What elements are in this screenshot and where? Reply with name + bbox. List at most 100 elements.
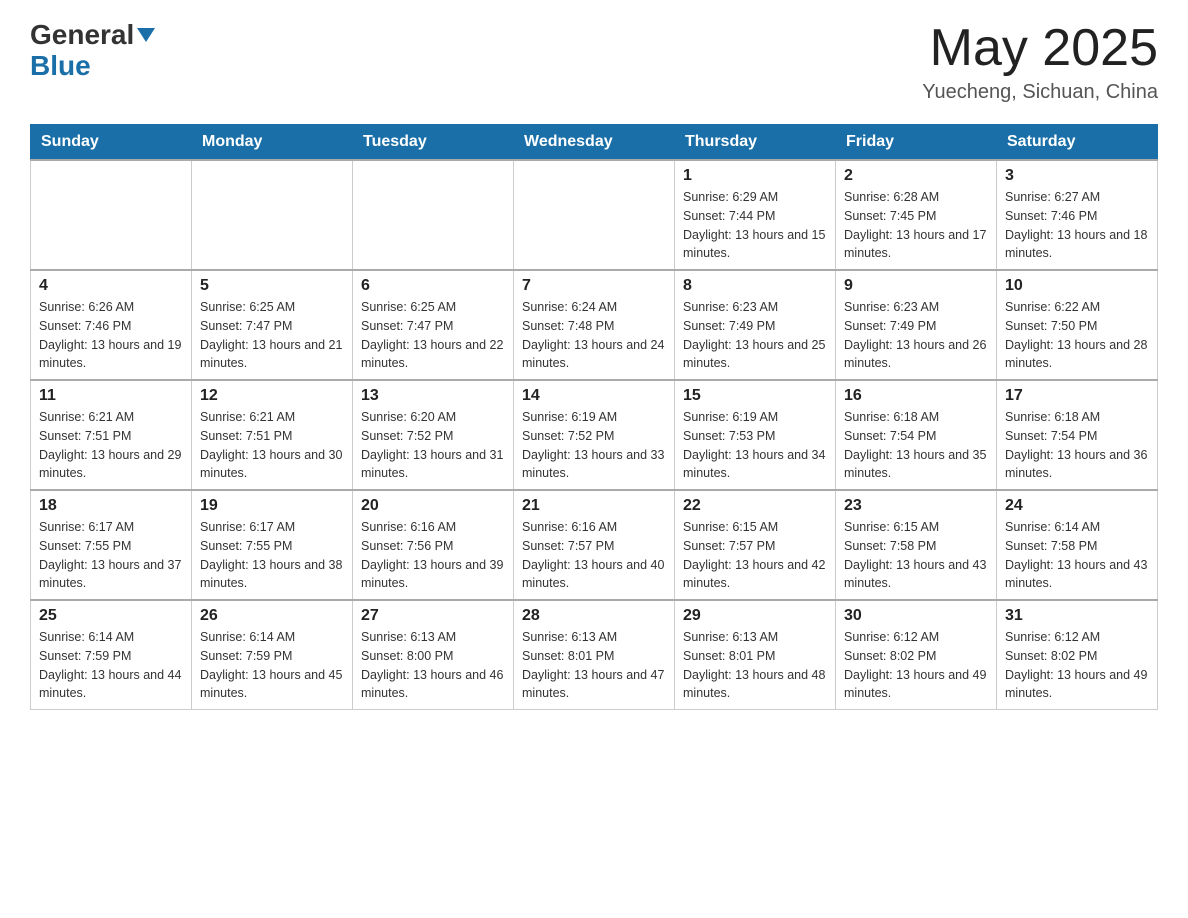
day-info: Sunrise: 6:13 AMSunset: 8:01 PMDaylight:…: [683, 628, 827, 703]
day-number: 2: [844, 167, 988, 185]
logo-arrow-icon: [137, 28, 155, 47]
calendar-week-row: 18 Sunrise: 6:17 AMSunset: 7:55 PMDayligh…: [31, 490, 1158, 600]
calendar-day-29: 29 Sunrise: 6:13 AMSunset: 8:01 PMDayligh…: [675, 600, 836, 710]
calendar-day-30: 30 Sunrise: 6:12 AMSunset: 8:02 PMDayligh…: [836, 600, 997, 710]
day-info: Sunrise: 6:23 AMSunset: 7:49 PMDaylight:…: [683, 298, 827, 373]
day-number: 10: [1005, 277, 1149, 295]
calendar-day-22: 22 Sunrise: 6:15 AMSunset: 7:57 PMDayligh…: [675, 490, 836, 600]
month-year-title: May 2025: [922, 20, 1158, 77]
calendar-day-10: 10 Sunrise: 6:22 AMSunset: 7:50 PMDayligh…: [997, 270, 1158, 380]
day-number: 21: [522, 497, 666, 515]
day-info: Sunrise: 6:15 AMSunset: 7:57 PMDaylight:…: [683, 518, 827, 593]
day-info: Sunrise: 6:13 AMSunset: 8:01 PMDaylight:…: [522, 628, 666, 703]
day-number: 18: [39, 497, 183, 515]
day-number: 25: [39, 607, 183, 625]
day-info: Sunrise: 6:28 AMSunset: 7:45 PMDaylight:…: [844, 188, 988, 263]
day-info: Sunrise: 6:16 AMSunset: 7:57 PMDaylight:…: [522, 518, 666, 593]
day-info: Sunrise: 6:14 AMSunset: 7:59 PMDaylight:…: [200, 628, 344, 703]
location-subtitle: Yuecheng, Sichuan, China: [922, 81, 1158, 104]
day-info: Sunrise: 6:17 AMSunset: 7:55 PMDaylight:…: [200, 518, 344, 593]
day-number: 27: [361, 607, 505, 625]
calendar-day-5: 5Sunrise: 6:25 AMSunset: 7:47 PMDaylight…: [192, 270, 353, 380]
title-section: May 2025 Yuecheng, Sichuan, China: [922, 20, 1158, 104]
calendar-day-8: 8 Sunrise: 6:23 AMSunset: 7:49 PMDaylight…: [675, 270, 836, 380]
day-info: Sunrise: 6:14 AMSunset: 7:58 PMDaylight:…: [1005, 518, 1149, 593]
day-number: 29: [683, 607, 827, 625]
day-number: 17: [1005, 387, 1149, 405]
day-number: 1: [683, 167, 827, 185]
calendar-day-6: 6 Sunrise: 6:25 AMSunset: 7:47 PMDaylight…: [353, 270, 514, 380]
day-info: Sunrise: 6:26 AMSunset: 7:46 PMDaylight:…: [39, 298, 183, 373]
calendar-day-24: 24Sunrise: 6:14 AMSunset: 7:58 PMDayligh…: [997, 490, 1158, 600]
day-number: 14: [522, 387, 666, 405]
day-info: Sunrise: 6:17 AMSunset: 7:55 PMDaylight:…: [39, 518, 183, 593]
day-info: Sunrise: 6:18 AMSunset: 7:54 PMDaylight:…: [844, 408, 988, 483]
day-number: 7: [522, 277, 666, 295]
weekday-header-friday: Friday: [836, 125, 997, 161]
day-info: Sunrise: 6:21 AMSunset: 7:51 PMDaylight:…: [39, 408, 183, 483]
day-info: Sunrise: 6:19 AMSunset: 7:52 PMDaylight:…: [522, 408, 666, 483]
day-number: 4: [39, 277, 183, 295]
calendar-week-row: 1 Sunrise: 6:29 AMSunset: 7:44 PMDaylight…: [31, 160, 1158, 270]
day-info: Sunrise: 6:18 AMSunset: 7:54 PMDaylight:…: [1005, 408, 1149, 483]
day-number: 13: [361, 387, 505, 405]
day-number: 8: [683, 277, 827, 295]
calendar-day-4: 4 Sunrise: 6:26 AMSunset: 7:46 PMDaylight…: [31, 270, 192, 380]
weekday-header-sunday: Sunday: [31, 125, 192, 161]
calendar-day-11: 11 Sunrise: 6:21 AMSunset: 7:51 PMDayligh…: [31, 380, 192, 490]
weekday-header-thursday: Thursday: [675, 125, 836, 161]
logo-general: General: [30, 20, 134, 51]
day-number: 31: [1005, 607, 1149, 625]
day-info: Sunrise: 6:14 AMSunset: 7:59 PMDaylight:…: [39, 628, 183, 703]
day-info: Sunrise: 6:24 AMSunset: 7:48 PMDaylight:…: [522, 298, 666, 373]
calendar-day-14: 14 Sunrise: 6:19 AMSunset: 7:52 PMDayligh…: [514, 380, 675, 490]
calendar-day-18: 18 Sunrise: 6:17 AMSunset: 7:55 PMDayligh…: [31, 490, 192, 600]
day-number: 6: [361, 277, 505, 295]
calendar-day-26: 26Sunrise: 6:14 AMSunset: 7:59 PMDayligh…: [192, 600, 353, 710]
day-number: 23: [844, 497, 988, 515]
day-info: Sunrise: 6:22 AMSunset: 7:50 PMDaylight:…: [1005, 298, 1149, 373]
calendar-day-3: 3Sunrise: 6:27 AMSunset: 7:46 PMDaylight…: [997, 160, 1158, 270]
calendar-day-12: 12 Sunrise: 6:21 AMSunset: 7:51 PMDayligh…: [192, 380, 353, 490]
calendar-day-28: 28 Sunrise: 6:13 AMSunset: 8:01 PMDayligh…: [514, 600, 675, 710]
weekday-header-tuesday: Tuesday: [353, 125, 514, 161]
calendar-week-row: 25 Sunrise: 6:14 AMSunset: 7:59 PMDayligh…: [31, 600, 1158, 710]
day-number: 9: [844, 277, 988, 295]
day-info: Sunrise: 6:15 AMSunset: 7:58 PMDaylight:…: [844, 518, 988, 593]
day-number: 19: [200, 497, 344, 515]
day-number: 20: [361, 497, 505, 515]
calendar-day-9: 9Sunrise: 6:23 AMSunset: 7:49 PMDaylight…: [836, 270, 997, 380]
day-number: 30: [844, 607, 988, 625]
calendar-day-15: 15 Sunrise: 6:19 AMSunset: 7:53 PMDayligh…: [675, 380, 836, 490]
day-info: Sunrise: 6:12 AMSunset: 8:02 PMDaylight:…: [1005, 628, 1149, 703]
day-number: 3: [1005, 167, 1149, 185]
day-info: Sunrise: 6:19 AMSunset: 7:53 PMDaylight:…: [683, 408, 827, 483]
day-number: 11: [39, 387, 183, 405]
weekday-header-saturday: Saturday: [997, 125, 1158, 161]
page-header: General Blue May 2025 Yuecheng, Sichuan,…: [30, 20, 1158, 104]
calendar-day-20: 20Sunrise: 6:16 AMSunset: 7:56 PMDayligh…: [353, 490, 514, 600]
calendar-day-19: 19 Sunrise: 6:17 AMSunset: 7:55 PMDayligh…: [192, 490, 353, 600]
calendar-day-27: 27Sunrise: 6:13 AMSunset: 8:00 PMDayligh…: [353, 600, 514, 710]
day-number: 15: [683, 387, 827, 405]
day-info: Sunrise: 6:29 AMSunset: 7:44 PMDaylight:…: [683, 188, 827, 263]
calendar-empty-cell: [192, 160, 353, 270]
day-info: Sunrise: 6:25 AMSunset: 7:47 PMDaylight:…: [361, 298, 505, 373]
calendar-day-7: 7 Sunrise: 6:24 AMSunset: 7:48 PMDaylight…: [514, 270, 675, 380]
calendar-day-13: 13 Sunrise: 6:20 AMSunset: 7:52 PMDayligh…: [353, 380, 514, 490]
calendar-week-row: 4 Sunrise: 6:26 AMSunset: 7:46 PMDaylight…: [31, 270, 1158, 380]
day-info: Sunrise: 6:21 AMSunset: 7:51 PMDaylight:…: [200, 408, 344, 483]
day-number: 12: [200, 387, 344, 405]
day-number: 28: [522, 607, 666, 625]
day-info: Sunrise: 6:12 AMSunset: 8:02 PMDaylight:…: [844, 628, 988, 703]
calendar-day-2: 2 Sunrise: 6:28 AMSunset: 7:45 PMDaylight…: [836, 160, 997, 270]
logo-blue: Blue: [30, 50, 91, 81]
day-number: 16: [844, 387, 988, 405]
calendar-table: SundayMondayTuesdayWednesdayThursdayFrid…: [30, 124, 1158, 710]
calendar-day-1: 1 Sunrise: 6:29 AMSunset: 7:44 PMDaylight…: [675, 160, 836, 270]
day-number: 5: [200, 277, 344, 295]
calendar-empty-cell: [31, 160, 192, 270]
calendar-day-21: 21 Sunrise: 6:16 AMSunset: 7:57 PMDayligh…: [514, 490, 675, 600]
day-number: 22: [683, 497, 827, 515]
day-info: Sunrise: 6:20 AMSunset: 7:52 PMDaylight:…: [361, 408, 505, 483]
